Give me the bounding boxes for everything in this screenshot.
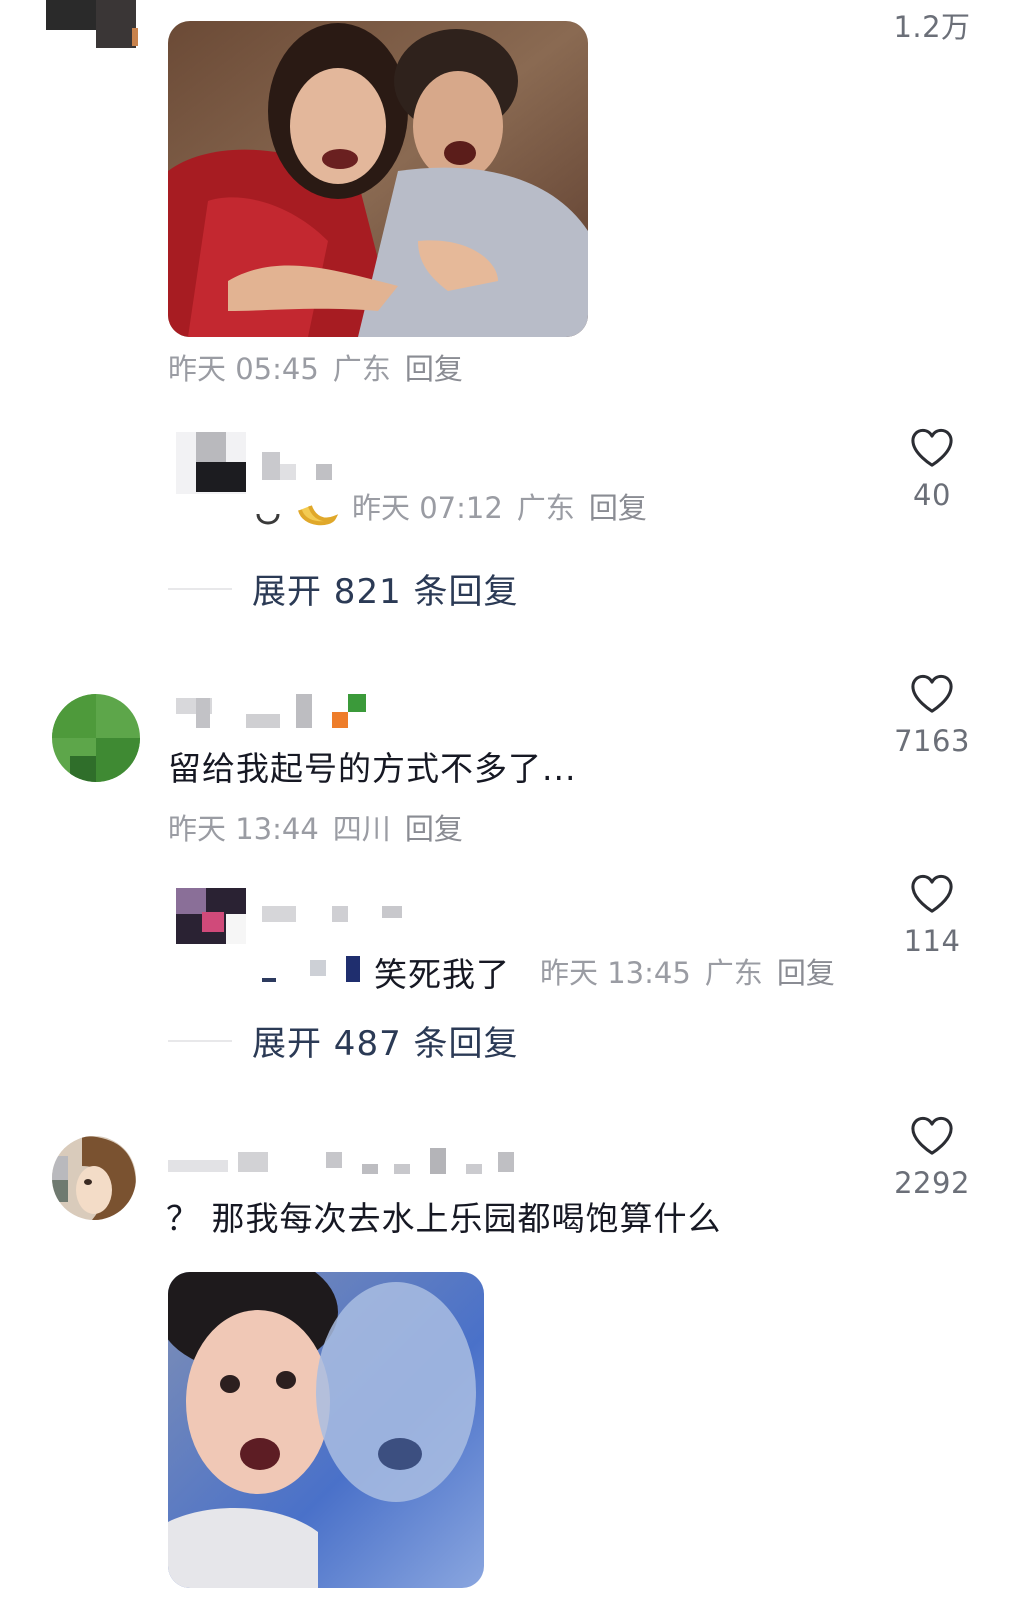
comment-1-like-count: 1.2万 <box>893 10 971 44</box>
comment-1-meta: 昨天 05:45 广东 回复 <box>168 346 477 388</box>
blur-pixel <box>196 698 210 728</box>
reply-2-like[interactable]: 114 <box>890 872 974 958</box>
anime-avatar-image <box>52 1136 136 1220</box>
avatar-pixel <box>132 28 138 46</box>
comment-2-avatar[interactable] <box>52 694 140 782</box>
blur-pixel <box>498 1152 514 1172</box>
reply-2-text: 笑死我了 <box>374 955 510 994</box>
emoji-icon <box>256 505 339 526</box>
blur-pixel <box>382 906 402 918</box>
comment-3-like[interactable]: 2292 <box>890 1114 974 1200</box>
reply-1-expand-button[interactable]: 展开 821 条回复 <box>168 564 519 613</box>
reply-1-avatar[interactable] <box>176 432 246 494</box>
blur-pixel <box>262 452 280 480</box>
blur-pixel <box>326 1152 342 1168</box>
blur-pixel <box>430 1148 446 1174</box>
comment-1-time: 昨天 05:45 <box>168 352 319 386</box>
comment-3-text: ？ 那我每次去水上乐园都喝饱算什么 <box>166 1199 722 1238</box>
blur-pixel <box>346 956 360 982</box>
blur-pixel <box>310 960 326 976</box>
reply-1-meta: 昨天 07:12 广东 回复 <box>352 485 661 527</box>
comment-2-meta: 昨天 13:44 四川 回复 <box>168 806 477 848</box>
comment-1-avatar[interactable] <box>46 0 138 50</box>
comment-3-image[interactable] <box>168 1272 484 1588</box>
blur-pixel <box>280 464 296 480</box>
divider-line <box>168 1039 232 1042</box>
comment-3-like-count: 2292 <box>894 1166 970 1200</box>
reply-1-emoji <box>254 500 340 530</box>
comment-2-time: 昨天 13:44 <box>168 812 319 846</box>
comment-2-text: 留给我起号的方式不多了... <box>168 749 577 788</box>
blur-pixel <box>262 906 296 922</box>
avatar-pixel <box>96 0 136 48</box>
blur-pixel <box>168 1160 228 1172</box>
reply-2-expand-label: 展开 487 条回复 <box>252 1024 519 1064</box>
reply-1-like[interactable]: 40 <box>890 426 974 512</box>
blur-pixel <box>362 1164 378 1174</box>
reply-1-like-count: 40 <box>913 478 951 512</box>
reply-1-time: 昨天 07:12 <box>352 491 503 525</box>
avatar-pixel <box>52 694 96 738</box>
reply-1-expand-label: 展开 821 条回复 <box>252 572 519 612</box>
avatar-pixel <box>226 914 246 944</box>
comment-1-image[interactable] <box>168 21 588 337</box>
blur-pixel <box>262 978 276 982</box>
reply-2-time: 昨天 13:45 <box>540 956 691 990</box>
reply-2-reply-button[interactable]: 回复 <box>777 956 835 990</box>
comment-2-like[interactable]: 7163 <box>890 672 974 758</box>
comment-1-location: 广东 <box>332 352 391 386</box>
comment-3-username-blurred[interactable] <box>168 1148 528 1178</box>
reply-1-location: 广东 <box>516 491 575 525</box>
avatar-pixel <box>196 462 246 492</box>
blur-pixel <box>332 906 348 922</box>
reply-2-meta: 昨天 13:45 广东 回复 <box>540 950 849 992</box>
reply-1-reply-button[interactable]: 回复 <box>589 491 647 525</box>
reply-1-username-blurred[interactable] <box>262 452 342 482</box>
avatar-pixel <box>196 432 226 462</box>
reply-2-username-blurred[interactable] <box>262 906 412 926</box>
meme-photo-drama <box>168 21 588 337</box>
comment-2-username-blurred[interactable] <box>176 694 376 730</box>
avatar-pixel <box>176 888 206 914</box>
comment-2-reply-button[interactable]: 回复 <box>405 812 463 846</box>
comment-2-like-count: 7163 <box>894 724 970 758</box>
reply-2-expand-button[interactable]: 展开 487 条回复 <box>168 1016 519 1065</box>
divider-line <box>168 587 232 590</box>
blur-pixel <box>296 694 312 728</box>
blur-pixel <box>332 712 348 728</box>
comment-3-avatar[interactable] <box>52 1136 136 1220</box>
avatar-pixel <box>96 738 140 782</box>
heart-outline-icon <box>911 874 953 913</box>
reply-2-location: 广东 <box>704 956 763 990</box>
comment-2-location: 四川 <box>332 812 391 846</box>
avatar-pixel <box>70 756 96 782</box>
reply-2-avatar[interactable] <box>176 888 246 944</box>
blur-pixel <box>238 1152 268 1172</box>
reply-2-emoji <box>262 954 362 990</box>
blur-pixel <box>466 1164 482 1174</box>
comment-1-like[interactable]: 1.2万 <box>890 4 974 46</box>
blur-pixel <box>394 1164 410 1174</box>
heart-outline-icon <box>911 1116 953 1155</box>
blur-pixel <box>246 714 280 728</box>
heart-outline-icon <box>911 674 953 713</box>
blur-pixel <box>316 464 332 480</box>
comment-1-reply-button[interactable]: 回复 <box>405 352 463 386</box>
blur-pixel <box>348 694 366 712</box>
heart-outline-icon <box>911 428 953 467</box>
avatar-pixel <box>202 912 224 932</box>
reply-2-like-count: 114 <box>903 924 961 958</box>
meme-photo-surprised <box>168 1272 484 1588</box>
